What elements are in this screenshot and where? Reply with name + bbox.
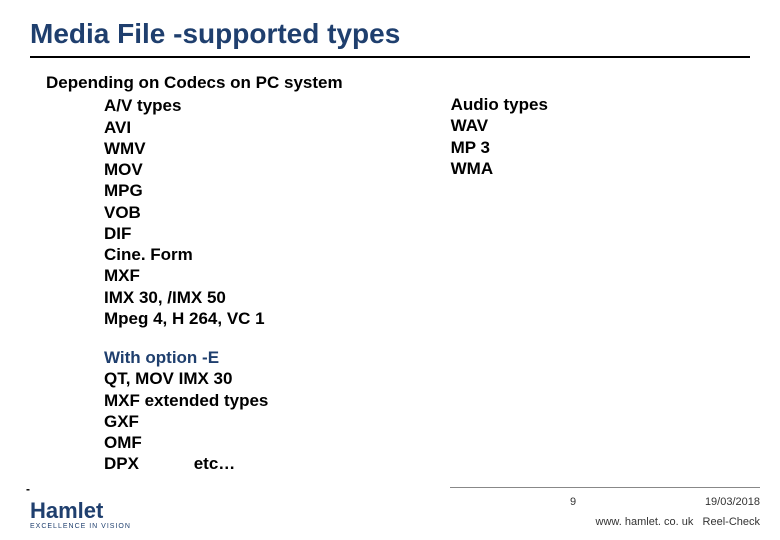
audio-types-group: Audio types WAV MP 3 WMA [451,94,548,179]
slide-number: 9 [450,496,576,508]
list-item: QT, MOV IMX 30 [104,368,343,389]
title-divider [30,56,750,58]
hamlet-logo: Hamlet EXCELLENCE IN VISION [30,502,131,530]
list-item: VOB [104,202,343,223]
footer-product: Reel-Check [703,516,760,528]
logo-brand: Hamlet [30,502,103,521]
list-item: MXF [104,265,343,286]
list-item: GXF [104,411,343,432]
list-item: IMX 30, /IMX 50 [104,287,343,308]
list-item: MXF extended types [104,390,343,411]
bullet-mark-icon: - [26,482,30,496]
left-column: Depending on Codecs on PC system A/V typ… [30,72,343,493]
footer-meta-row: 9 19/03/2018 [450,496,760,508]
slide: Media File -supported types Depending on… [0,0,780,540]
logo-tagline: EXCELLENCE IN VISION [30,523,131,530]
list-item: MPG [104,180,343,201]
slide-title: Media File -supported types [30,18,750,50]
list-item: WMV [104,138,343,159]
footer-site: www. hamlet. co. uk [596,516,694,528]
list-item: Mpeg 4, H 264, VC 1 [104,308,343,329]
list-item: AVI [104,117,343,138]
right-column: Audio types WAV MP 3 WMA [343,72,548,493]
list-item-dpx: DPX etc… [104,453,343,474]
intro-text: Depending on Codecs on PC system [46,72,343,93]
footer-divider [450,487,760,488]
logo-text: Hamlet [30,502,103,521]
list-item: WAV [451,115,548,136]
list-item: OMF [104,432,343,453]
etc-label: etc… [194,453,236,474]
dpx-label: DPX [104,453,139,474]
option-e-heading: With option -E [104,347,343,368]
slide-body: Depending on Codecs on PC system A/V typ… [30,72,750,493]
option-e-group: With option -E QT, MOV IMX 30 MXF extend… [46,347,343,475]
list-item: DIF [104,223,343,244]
list-item: MP 3 [451,137,548,158]
footer-divider-wrap [450,487,760,488]
slide-date: 19/03/2018 [705,496,760,508]
list-item: Cine. Form [104,244,343,265]
footer-credits: www. hamlet. co. uk Reel-Check [596,516,760,528]
av-types-heading: A/V types [104,95,343,116]
av-types-group: A/V types AVI WMV MOV MPG VOB DIF Cine. … [46,95,343,329]
list-item: MOV [104,159,343,180]
audio-types-heading: Audio types [451,94,548,115]
list-item: WMA [451,158,548,179]
